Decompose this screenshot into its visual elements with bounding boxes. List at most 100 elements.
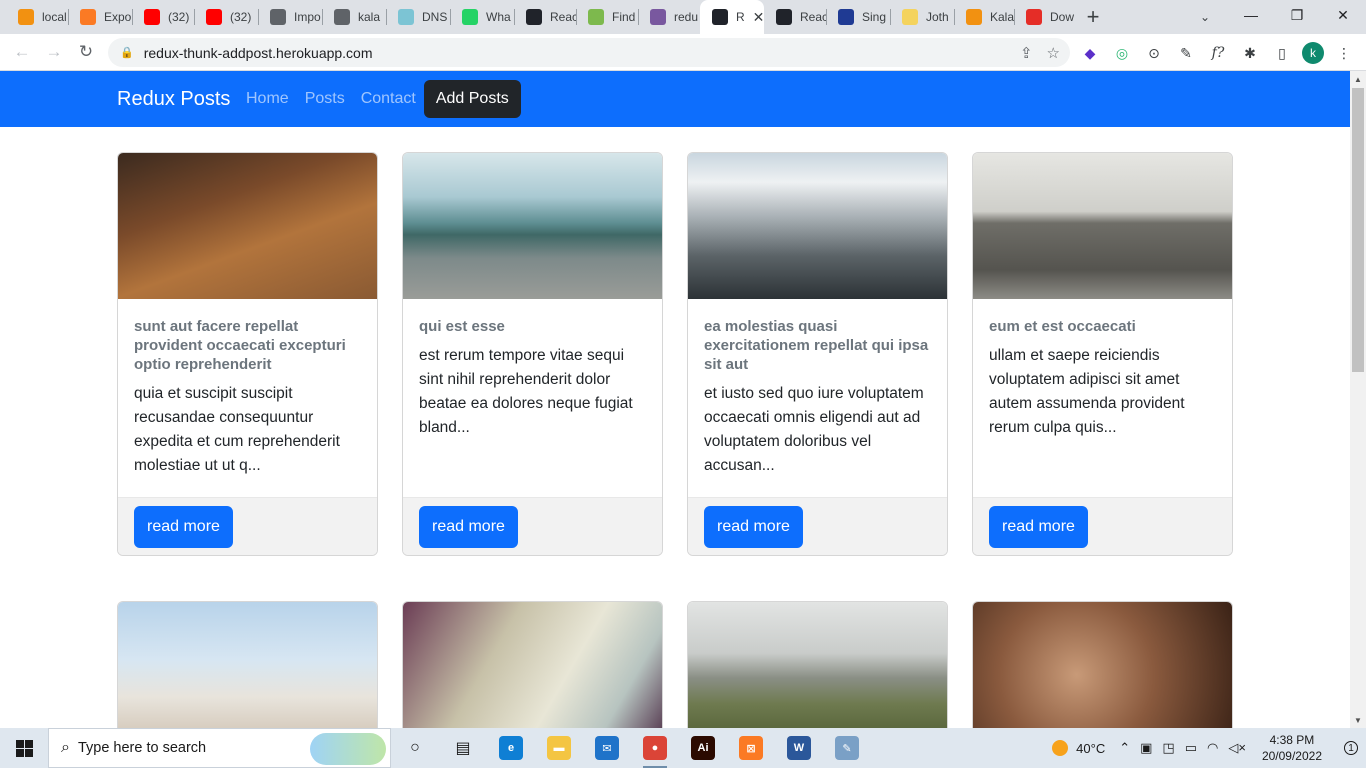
taskbar-search[interactable]: ⌕ Type here to search bbox=[48, 728, 391, 768]
minimize-icon[interactable]: — bbox=[1228, 0, 1274, 30]
start-button[interactable] bbox=[0, 728, 48, 768]
nav-link-home[interactable]: Home bbox=[246, 80, 297, 118]
tray-chevron-icon[interactable]: ⌃ bbox=[1119, 740, 1130, 756]
url-text[interactable]: redux-thunk-addpost.herokuapp.com bbox=[144, 45, 373, 61]
wifi-icon[interactable]: ◠ bbox=[1207, 740, 1218, 756]
tab-title: Reac bbox=[550, 10, 576, 24]
browser-tab[interactable]: Reac bbox=[514, 0, 576, 34]
browser-tab[interactable]: Find bbox=[576, 0, 638, 34]
browser-tab[interactable]: local bbox=[6, 0, 68, 34]
notification-count: 1 bbox=[1344, 741, 1358, 755]
address-bar[interactable]: 🔒 redux-thunk-addpost.herokuapp.com ⇪ ☆ bbox=[108, 38, 1070, 67]
navbar-brand[interactable]: Redux Posts bbox=[117, 88, 230, 111]
browser-tab[interactable]: redu bbox=[638, 0, 700, 34]
battery-icon[interactable]: ▭ bbox=[1185, 740, 1197, 756]
volume-icon[interactable]: ◁× bbox=[1228, 740, 1246, 756]
edge-icon[interactable]: e bbox=[487, 728, 535, 768]
page-scrollbar[interactable]: ▲ ▼ bbox=[1350, 71, 1366, 728]
tab-title: kala bbox=[358, 10, 381, 24]
browser-tab[interactable]: (32) bbox=[132, 0, 194, 34]
tab-title: (32) bbox=[230, 10, 252, 24]
taskbar-clock[interactable]: 4:38 PM 20/09/2022 bbox=[1262, 732, 1322, 764]
app-glyph: ▤ bbox=[455, 740, 471, 757]
restore-icon[interactable]: ❐ bbox=[1274, 0, 1320, 30]
browser-tab[interactable]: Expo bbox=[68, 0, 132, 34]
extension-bubble-icon[interactable]: ◎ bbox=[1110, 41, 1134, 65]
add-posts-button[interactable]: Add Posts bbox=[423, 80, 521, 118]
bookmark-star-icon[interactable]: ☆ bbox=[1047, 44, 1060, 62]
windows-logo-icon bbox=[15, 739, 33, 757]
scrollbar-thumb[interactable] bbox=[1352, 88, 1364, 372]
profile-avatar[interactable]: k bbox=[1302, 42, 1324, 64]
youtube-icon bbox=[144, 9, 160, 25]
tray-device-icon[interactable]: ▣ bbox=[1140, 740, 1152, 756]
post-image bbox=[973, 602, 1232, 728]
browser-tab[interactable]: Sing bbox=[826, 0, 890, 34]
extensions-puzzle-icon[interactable]: ✱ bbox=[1238, 41, 1262, 65]
app-glyph: ▬ bbox=[547, 736, 571, 760]
xampp-icon[interactable]: ⊠ bbox=[727, 728, 775, 768]
browser-tab[interactable]: kala bbox=[322, 0, 386, 34]
word-icon[interactable]: W bbox=[775, 728, 823, 768]
find-icon bbox=[588, 9, 604, 25]
read-more-button[interactable]: read more bbox=[419, 506, 518, 548]
cart-icon bbox=[966, 9, 982, 25]
globe-icon bbox=[270, 9, 286, 25]
extension-face-icon[interactable]: ⊙ bbox=[1142, 41, 1166, 65]
sun-icon bbox=[1052, 740, 1069, 756]
forward-icon[interactable]: → bbox=[38, 37, 70, 67]
nav-link-posts[interactable]: Posts bbox=[297, 80, 353, 118]
tab-search-icon[interactable]: ⌄ bbox=[1192, 4, 1218, 30]
browser-tab[interactable]: Kala bbox=[954, 0, 1014, 34]
back-icon[interactable]: ← bbox=[6, 37, 38, 67]
chrome-menu-icon[interactable]: ⋮ bbox=[1332, 41, 1356, 65]
illustrator-icon[interactable]: Ai bbox=[679, 728, 727, 768]
scroll-up-icon[interactable]: ▲ bbox=[1350, 71, 1366, 87]
read-more-button[interactable]: read more bbox=[989, 506, 1088, 548]
extension-stack-icon[interactable]: ◆ bbox=[1078, 41, 1102, 65]
post-image bbox=[688, 602, 947, 728]
notification-center-icon[interactable]: 1 bbox=[1336, 728, 1366, 768]
lock-icon[interactable]: 🔒 bbox=[120, 46, 134, 59]
mail-icon[interactable]: ✉ bbox=[583, 728, 631, 768]
tab-title: R bbox=[736, 10, 745, 24]
post-image bbox=[688, 153, 947, 299]
side-panel-icon[interactable]: ▯ bbox=[1270, 41, 1294, 65]
close-window-icon[interactable]: ✕ bbox=[1320, 0, 1366, 30]
nav-link-contact[interactable]: Contact bbox=[353, 80, 424, 118]
clock-date: 20/09/2022 bbox=[1261, 749, 1322, 763]
close-tab-icon[interactable]: ✕ bbox=[753, 9, 764, 26]
browser-tab[interactable]: Joth bbox=[890, 0, 954, 34]
browser-tab[interactable]: Reac bbox=[764, 0, 826, 34]
task-view-icon[interactable]: ○ bbox=[391, 728, 439, 768]
clock-time: 4:38 PM bbox=[1269, 733, 1315, 747]
post-card bbox=[687, 601, 948, 728]
chrome-icon[interactable]: ● bbox=[631, 728, 679, 768]
reload-icon[interactable]: ↻ bbox=[70, 37, 102, 67]
browser-tab[interactable]: DNS bbox=[386, 0, 450, 34]
navbar-links: Home Posts Contact Add Posts bbox=[246, 80, 521, 118]
browser-tab[interactable]: R ✕ bbox=[700, 0, 764, 34]
file-explorer-icon[interactable]: ▬ bbox=[535, 728, 583, 768]
tab-title: Wha bbox=[486, 10, 511, 24]
scroll-down-icon[interactable]: ▼ bbox=[1350, 712, 1366, 728]
paint-icon[interactable]: ✎ bbox=[823, 728, 871, 768]
browser-tab[interactable]: Dow bbox=[1014, 0, 1076, 34]
share-icon[interactable]: ⇪ bbox=[1020, 44, 1033, 62]
extension-pipette-icon[interactable]: ✎ bbox=[1174, 41, 1198, 65]
browser-tab[interactable]: (32) bbox=[194, 0, 258, 34]
xampp-icon bbox=[80, 9, 96, 25]
new-tab-button[interactable]: + bbox=[1076, 0, 1110, 34]
read-more-button[interactable]: read more bbox=[134, 506, 233, 548]
dns-icon bbox=[398, 9, 414, 25]
tray-meet-icon[interactable]: ◳ bbox=[1162, 740, 1174, 756]
tab-title: Reac bbox=[800, 10, 826, 24]
extension-fx-icon[interactable]: f? bbox=[1206, 41, 1230, 65]
widgets-icon[interactable]: ▤ bbox=[439, 728, 487, 768]
search-icon: ⌕ bbox=[61, 739, 70, 756]
browser-tab[interactable]: Wha bbox=[450, 0, 514, 34]
browser-tab[interactable]: Impo bbox=[258, 0, 322, 34]
post-card: qui est esse est rerum tempore vitae seq… bbox=[402, 152, 663, 556]
weather-widget[interactable]: 40°C bbox=[1052, 740, 1105, 756]
read-more-button[interactable]: read more bbox=[704, 506, 803, 548]
